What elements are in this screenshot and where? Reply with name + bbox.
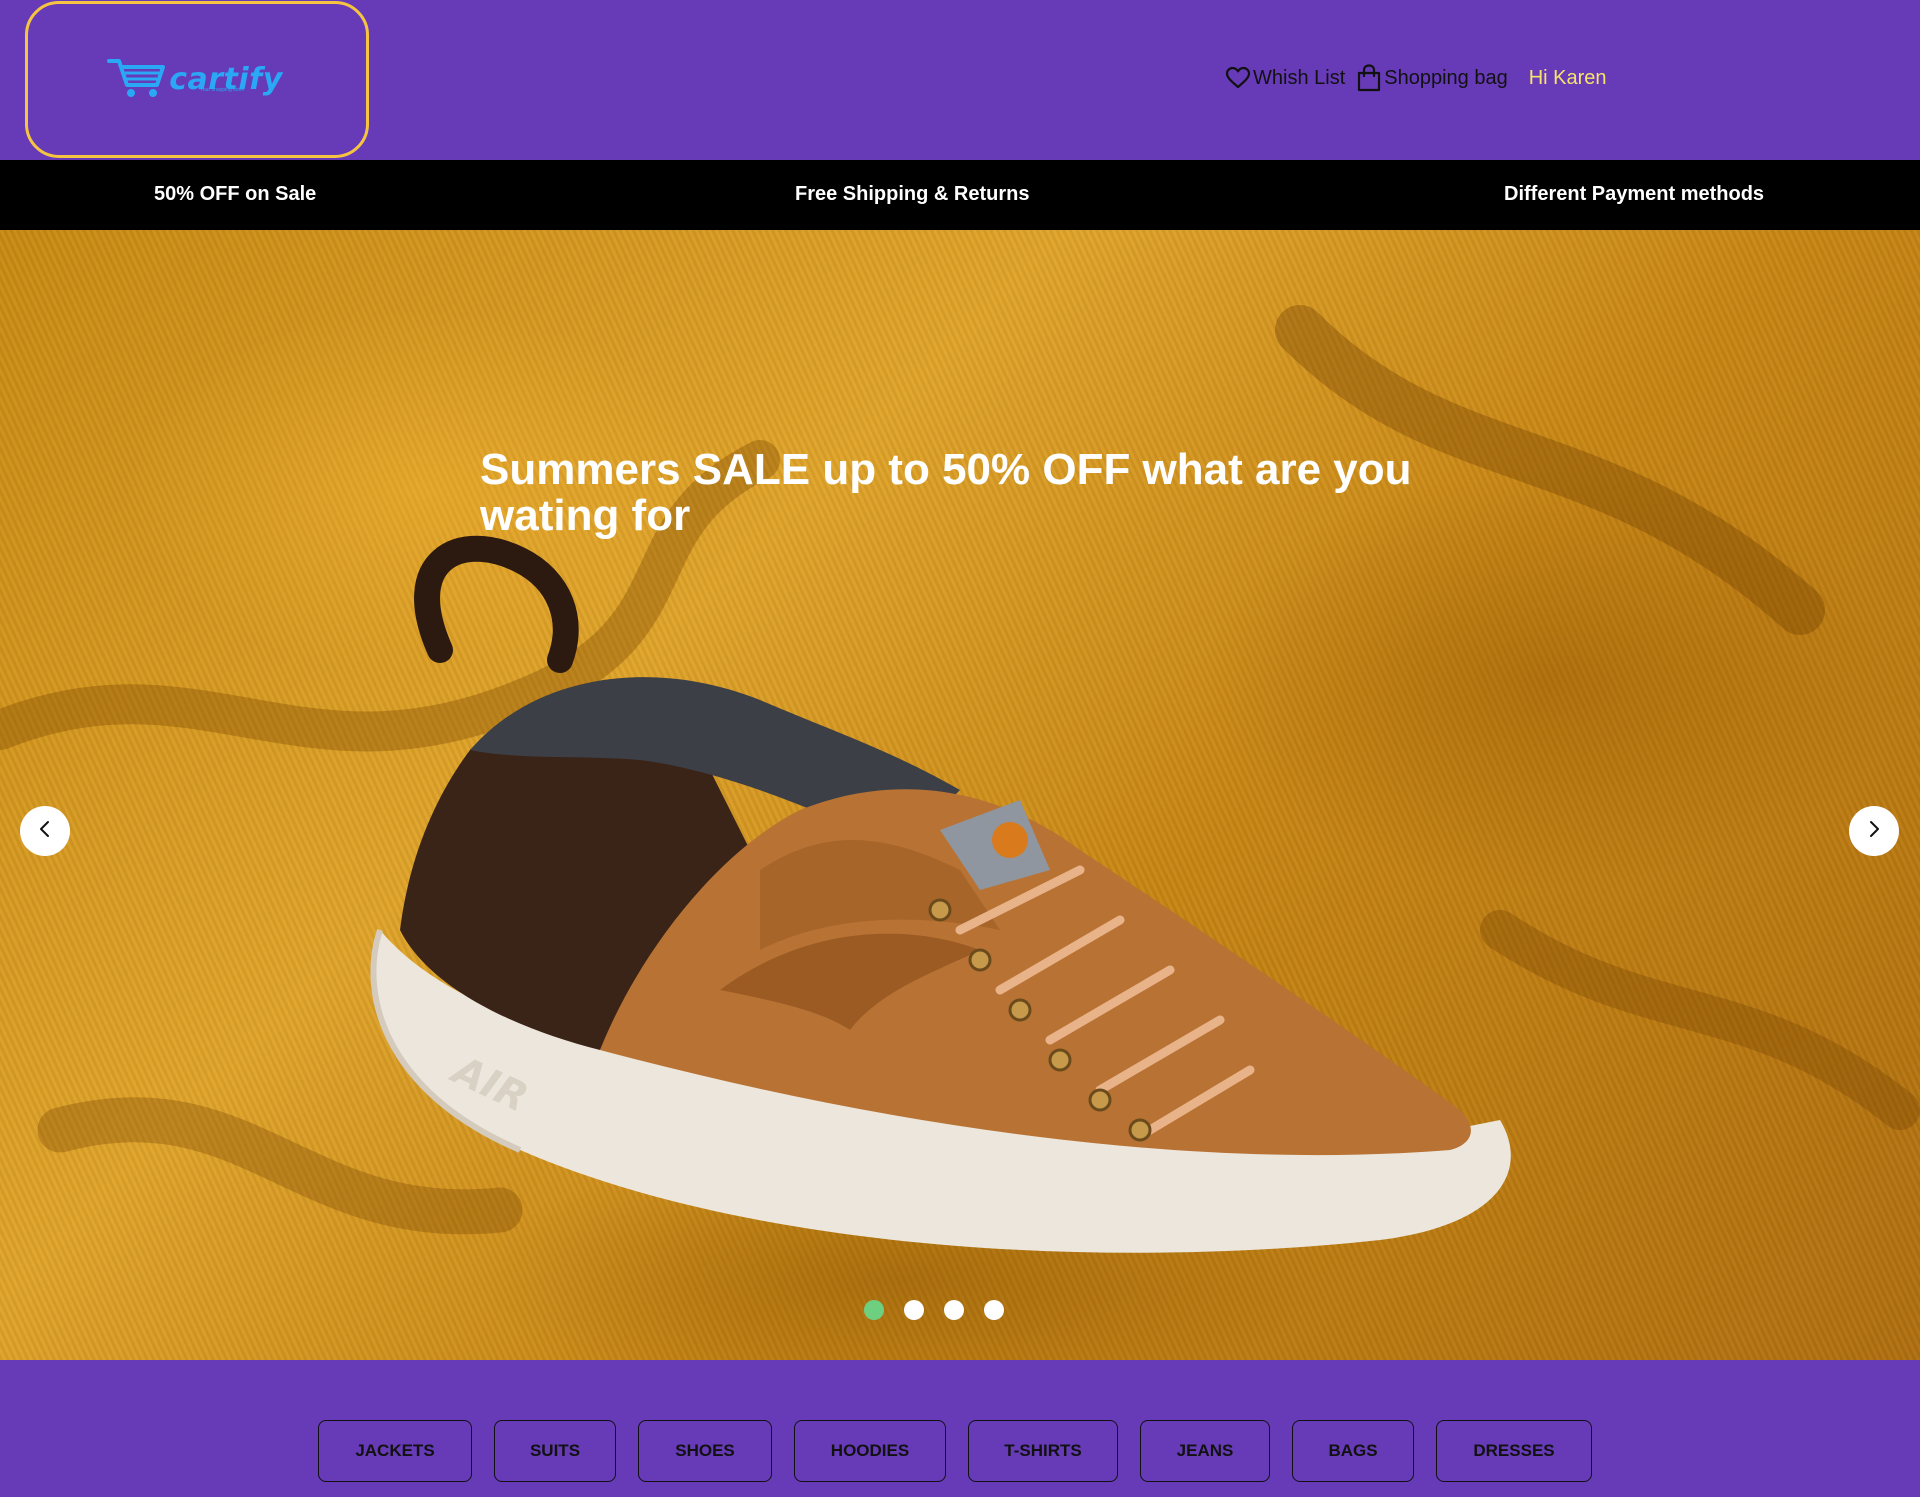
category-dresses-button[interactable]: DRESSES (1436, 1420, 1592, 1482)
carousel-dot-1[interactable] (864, 1300, 884, 1320)
promo-payment: Different Payment methods (1504, 183, 1765, 205)
site-header: cartify Your shopping store Whish List S… (0, 0, 1920, 160)
heart-icon (1225, 66, 1251, 90)
logo-link[interactable]: cartify Your shopping store (25, 1, 369, 158)
category-list: JACKETS SUITS SHOES HOODIES T-SHIRTS JEA… (318, 1420, 1614, 1482)
logo: cartify (107, 55, 283, 104)
user-greeting[interactable]: Hi Karen (1529, 67, 1607, 90)
wishlist-link[interactable]: Whish List (1225, 66, 1345, 90)
chevron-right-icon (1864, 819, 1884, 844)
carousel-dots (864, 1300, 1004, 1320)
shopping-bag-link[interactable]: Shopping bag (1356, 64, 1508, 92)
promo-sale: 50% OFF on Sale (154, 183, 317, 205)
category-hoodies-button[interactable]: HOODIES (794, 1420, 946, 1482)
category-suits-button[interactable]: SUITS (494, 1420, 616, 1482)
carousel-dot-3[interactable] (944, 1300, 964, 1320)
cart-icon (107, 55, 167, 104)
chevron-left-icon (35, 819, 55, 844)
promo-shipping: Free Shipping & Returns (795, 183, 1030, 205)
header-nav: Whish List Shopping bag Hi Karen (1225, 64, 1607, 92)
category-bags-button[interactable]: BAGS (1292, 1420, 1414, 1482)
promo-bar: 50% OFF on Sale Free Shipping & Returns … (0, 160, 1920, 230)
carousel-prev-button[interactable] (20, 806, 70, 856)
carousel-dot-2[interactable] (904, 1300, 924, 1320)
wishlist-label: Whish List (1253, 66, 1346, 89)
shopping-bag-label: Shopping bag (1384, 66, 1508, 89)
category-jackets-button[interactable]: JACKETS (318, 1420, 472, 1482)
carousel-next-button[interactable] (1849, 806, 1899, 856)
hero-sneaker-image: AIR (0, 305, 1920, 1253)
category-jeans-button[interactable]: JEANS (1140, 1420, 1270, 1482)
hero-title: Summers SALE up to 50% OFF what are you … (480, 445, 1412, 540)
shopping-bag-icon (1356, 64, 1382, 92)
carousel-dot-4[interactable] (984, 1300, 1004, 1320)
category-shoes-button[interactable]: SHOES (638, 1420, 772, 1482)
logo-tagline: Your shopping store (200, 87, 245, 93)
category-tshirts-button[interactable]: T-SHIRTS (968, 1420, 1118, 1482)
category-bar: JACKETS SUITS SHOES HOODIES T-SHIRTS JEA… (0, 1360, 1920, 1497)
hero-carousel: AIR Summers SALE up to 50% OFF what are … (0, 230, 1920, 1360)
